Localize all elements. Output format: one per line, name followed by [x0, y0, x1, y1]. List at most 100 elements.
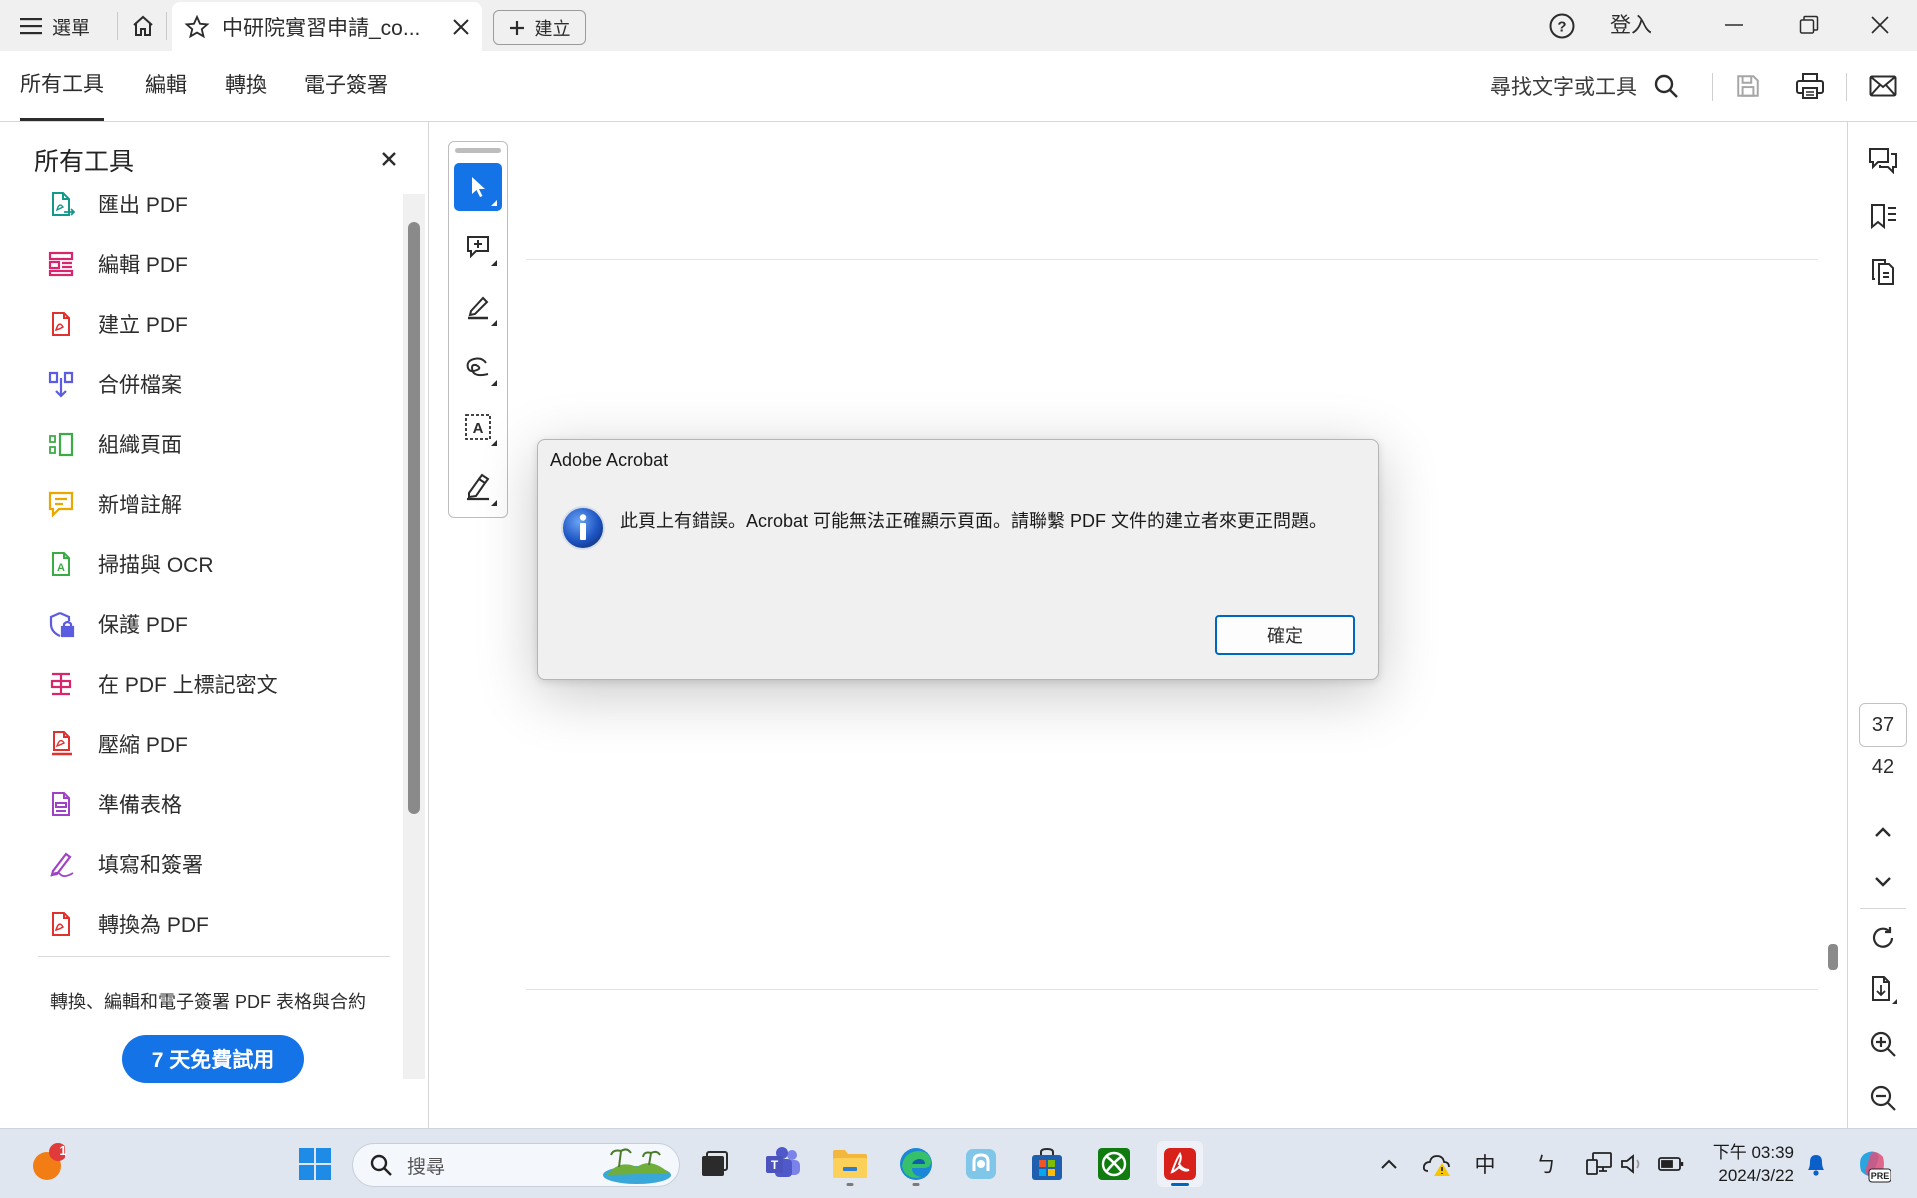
- onedrive-button[interactable]: [1422, 1149, 1452, 1179]
- drag-handle[interactable]: [455, 148, 501, 153]
- text-recognition-icon: A: [465, 414, 491, 440]
- tool-create-pdf[interactable]: 建立 PDF: [46, 304, 188, 344]
- tool-label: 壓縮 PDF: [98, 734, 188, 757]
- ime-language-button[interactable]: 中: [1470, 1149, 1500, 1179]
- show-hidden-icons-button[interactable]: [1374, 1149, 1404, 1179]
- microsoft-store-app[interactable]: [1024, 1141, 1070, 1187]
- tool-fill-sign[interactable]: 填寫和簽署: [46, 844, 203, 884]
- start-button[interactable]: [292, 1141, 338, 1187]
- tools-list: 匯出 PDF 編輯 PDF 建立 PDF 合併檔案 組織頁面 新增註解 A 掃描…: [30, 172, 390, 1078]
- organize-pages-icon: [46, 429, 76, 459]
- menu-button[interactable]: 選單: [14, 10, 96, 42]
- tool-add-comment[interactable]: 新增註解: [46, 484, 182, 524]
- tab-title: 中研院實習申請_co...: [222, 16, 421, 40]
- tool-combine-files[interactable]: 合併檔案: [46, 364, 182, 404]
- signin-button[interactable]: 登入: [1610, 10, 1652, 42]
- mail-icon: [1869, 75, 1897, 97]
- tool-organize-pages[interactable]: 組織頁面: [46, 424, 182, 464]
- volume-button[interactable]: [1617, 1149, 1647, 1179]
- text-recognition-button[interactable]: A: [454, 403, 502, 451]
- teams-app[interactable]: T: [760, 1141, 806, 1187]
- page-display-button[interactable]: [1865, 972, 1901, 1008]
- tool-convert-pdf[interactable]: 轉換為 PDF: [46, 904, 209, 944]
- document-scrollbar-thumb[interactable]: [1828, 944, 1838, 970]
- create-label: 建立: [534, 18, 571, 39]
- divider: [38, 956, 390, 957]
- find-tools-search[interactable]: 尋找文字或工具: [1490, 69, 1679, 103]
- sign-tool-button[interactable]: [454, 463, 502, 511]
- ok-button[interactable]: 確定: [1215, 615, 1355, 655]
- close-panel-button[interactable]: [376, 146, 402, 172]
- assistant-app[interactable]: [958, 1141, 1004, 1187]
- chevron-down-icon: [1875, 877, 1891, 887]
- search-icon: [370, 1154, 392, 1176]
- document-tab[interactable]: 中研院實習申請_co...: [172, 2, 482, 51]
- rotate-button[interactable]: [1865, 920, 1901, 956]
- notifications-button[interactable]: [1801, 1149, 1831, 1179]
- notification-app[interactable]: 1: [22, 1139, 68, 1185]
- divider: [1712, 73, 1713, 101]
- bookmarks-button[interactable]: [1865, 198, 1901, 234]
- create-button[interactable]: 建立: [493, 10, 586, 45]
- tab-e-sign[interactable]: 電子簽署: [304, 51, 388, 121]
- home-button[interactable]: [126, 10, 160, 42]
- save-button[interactable]: [1731, 69, 1765, 103]
- current-page-input[interactable]: 37: [1859, 703, 1907, 747]
- taskbar-search[interactable]: 搜尋: [352, 1143, 680, 1187]
- restore-button[interactable]: [1785, 8, 1833, 42]
- title-bar: 選單 中研院實習申請_co... 建立 ? 登入: [0, 0, 1917, 51]
- tab-all-tools[interactable]: 所有工具: [20, 51, 104, 121]
- tool-edit-pdf[interactable]: 編輯 PDF: [46, 244, 188, 284]
- tool-export-pdf[interactable]: 匯出 PDF: [46, 184, 188, 224]
- edge-app[interactable]: [893, 1141, 939, 1187]
- acrobat-icon: [1164, 1148, 1196, 1180]
- clock[interactable]: 下午 03:39 2024/3/22: [1698, 1141, 1794, 1187]
- minimize-button[interactable]: [1710, 8, 1758, 42]
- xbox-app[interactable]: [1091, 1141, 1137, 1187]
- zoom-out-button[interactable]: [1865, 1080, 1901, 1116]
- tool-prepare-form[interactable]: 準備表格: [46, 784, 182, 824]
- main-toolbar: 所有工具 編輯 轉換 電子簽署 尋找文字或工具: [0, 51, 1917, 122]
- search-placeholder: 搜尋: [407, 1156, 446, 1178]
- search-highlight-illustration: [603, 1148, 671, 1184]
- compress-pdf-icon: [46, 729, 76, 759]
- tool-scan-ocr[interactable]: A 掃描與 OCR: [46, 544, 214, 584]
- highlight-tool-button[interactable]: [454, 283, 502, 331]
- create-pdf-icon: [46, 309, 76, 339]
- print-button[interactable]: [1793, 69, 1827, 103]
- tab-convert[interactable]: 轉換: [225, 51, 267, 121]
- acrobat-app[interactable]: [1157, 1141, 1203, 1187]
- add-comment-icon: [467, 236, 489, 259]
- tab-edit[interactable]: 編輯: [145, 51, 187, 121]
- star-icon[interactable]: [184, 14, 210, 40]
- network-button[interactable]: [1584, 1149, 1614, 1179]
- tool-redact[interactable]: 在 PDF 上標記密文: [46, 664, 278, 704]
- draw-tool-button[interactable]: [454, 343, 502, 391]
- close-window-button[interactable]: [1856, 8, 1904, 42]
- convert-pdf-icon: [46, 909, 76, 939]
- panel-scrollbar-thumb[interactable]: [408, 222, 420, 814]
- email-button[interactable]: [1866, 69, 1900, 103]
- next-page-button[interactable]: [1865, 864, 1901, 900]
- ime-mode-button[interactable]: ㄅ: [1531, 1149, 1561, 1179]
- notification-badge: 1: [59, 1143, 67, 1158]
- file-explorer-app[interactable]: [827, 1141, 873, 1187]
- restore-icon: [1799, 15, 1819, 34]
- help-button[interactable]: ?: [1546, 10, 1578, 42]
- task-view-button[interactable]: [692, 1141, 738, 1187]
- battery-button[interactable]: [1656, 1149, 1686, 1179]
- help-icon: ?: [1549, 13, 1575, 39]
- zoom-in-button[interactable]: [1865, 1026, 1901, 1062]
- comment-tool-button[interactable]: [454, 223, 502, 271]
- all-tools-panel: 所有工具 匯出 PDF 編輯 PDF 建立 PDF 合併檔案 組織頁面 新增註解: [0, 122, 429, 1128]
- select-tool-button[interactable]: [454, 163, 502, 211]
- tool-label: 編輯 PDF: [98, 254, 188, 277]
- tool-compress-pdf[interactable]: 壓縮 PDF: [46, 724, 188, 764]
- comments-button[interactable]: [1865, 142, 1901, 178]
- free-trial-button[interactable]: 7 天免費試用: [122, 1035, 304, 1083]
- previous-page-button[interactable]: [1865, 814, 1901, 850]
- copilot-button[interactable]: PRE: [1852, 1144, 1892, 1184]
- page-thumbnails-button[interactable]: [1865, 254, 1901, 290]
- close-tab-icon[interactable]: [452, 18, 470, 36]
- tool-protect-pdf[interactable]: 保護 PDF: [46, 604, 188, 644]
